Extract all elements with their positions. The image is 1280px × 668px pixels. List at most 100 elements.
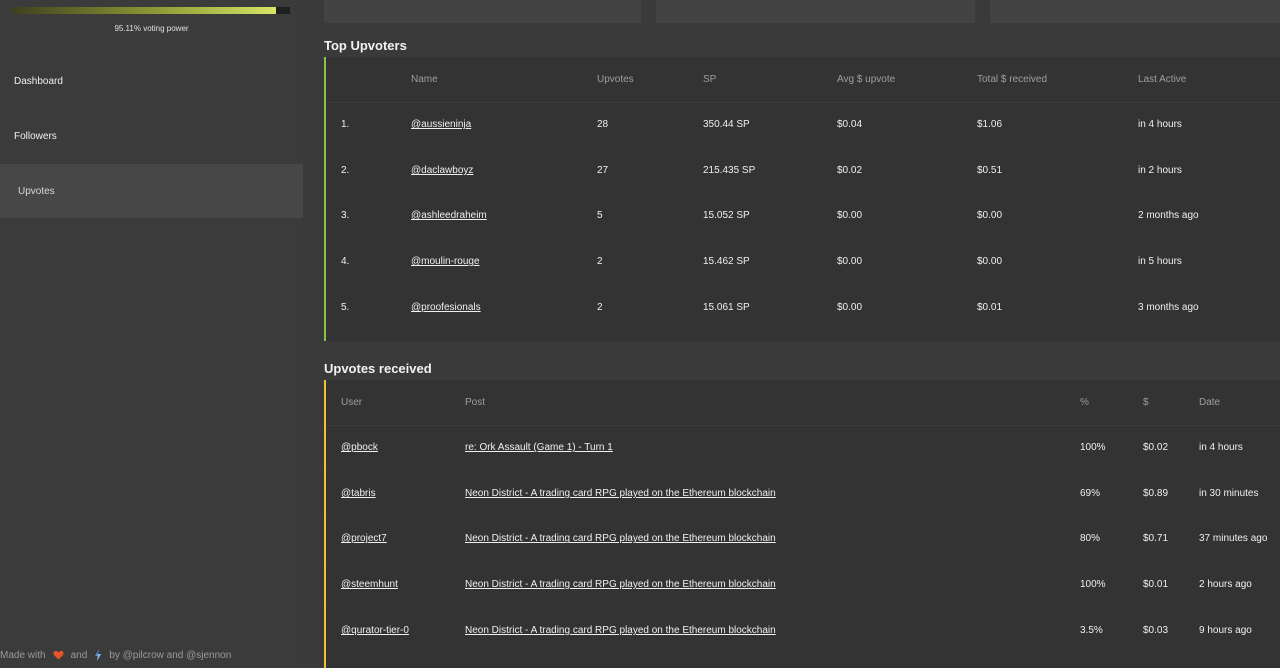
column-header-avg-upvote: Avg $ upvote	[837, 57, 977, 103]
user-link[interactable]: @project7	[341, 533, 387, 544]
post-link[interactable]: Neon District - A trading card RPG playe…	[465, 533, 776, 544]
last-active: in 4 hours	[1138, 102, 1280, 149]
upvotes-received-title: Upvotes received	[324, 361, 432, 376]
upvoter-link[interactable]: @daclawboyz	[411, 165, 473, 176]
user-link[interactable]: @tabris	[341, 488, 376, 499]
rank: 5.	[341, 301, 350, 313]
user-link[interactable]: @pbock	[341, 442, 378, 453]
summary-card	[990, 0, 1280, 23]
post-link[interactable]: re: Ork Assault (Game 1) - Turn 1	[465, 442, 613, 453]
upvoter-link[interactable]: @proofesionals	[411, 302, 481, 313]
rank: 1.	[326, 102, 411, 149]
vote-value: $0.01	[1143, 561, 1199, 608]
vote-date: 2 hours ago	[1199, 561, 1280, 608]
column-header-sp: SP	[703, 57, 837, 103]
sidebar: 95.11% voting power Dashboard Followers …	[0, 0, 318, 668]
footer: Made with and by @pilcrow and @sjennon	[0, 649, 231, 661]
total-received: $0.00	[977, 238, 1138, 285]
top-upvoters-table: Name Upvotes SP Avg $ upvote Total $ rec…	[326, 57, 1280, 330]
avg-upvote: $0.04	[837, 102, 977, 149]
vote-date: in 30 minutes	[1199, 470, 1280, 517]
post-link[interactable]: Neon District - A trading card RPG playe…	[465, 625, 776, 636]
vote-percent: 80%	[1080, 516, 1143, 563]
footer-by: by @pilcrow and @sjennon	[109, 649, 232, 661]
vote-percent: 100%	[1080, 425, 1143, 472]
vote-date: 9 hours ago	[1199, 624, 1252, 636]
upvotes-count: 28	[597, 102, 703, 149]
column-header-total-received: Total $ received	[977, 57, 1138, 103]
table-row: 3. @ashleedraheim 5 15.052 SP $0.00 $0.0…	[326, 193, 1280, 240]
summary-card	[656, 0, 975, 23]
footer-and: and	[70, 649, 88, 661]
table-row: @project7 Neon District - A trading card…	[326, 516, 1280, 563]
total-received: $1.06	[977, 102, 1138, 149]
vote-date: 37 minutes ago	[1199, 516, 1280, 563]
vote-percent: 3.5%	[1080, 624, 1103, 636]
table-row: 4. @moulin-rouge 2 15.462 SP $0.00 $0.00…	[326, 238, 1280, 285]
heart-icon	[53, 650, 64, 660]
vote-value: $0.71	[1143, 516, 1199, 563]
column-header-post: Post	[465, 380, 1080, 426]
avg-upvote: $0.00	[837, 238, 977, 285]
last-active: in 2 hours	[1138, 147, 1280, 194]
column-header-usd: $	[1143, 380, 1199, 426]
avg-upvote: $0.00	[837, 193, 977, 240]
vote-value: $0.02	[1143, 425, 1199, 472]
table-header-row: Name Upvotes SP Avg $ upvote Total $ rec…	[326, 57, 1280, 103]
steem-power: 15.052 SP	[703, 193, 837, 240]
table-row: 1. @aussieninja 28 350.44 SP $0.04 $1.06…	[326, 102, 1280, 149]
rank: 3.	[326, 193, 411, 240]
total-received: $0.01	[977, 301, 1003, 313]
upvoter-link[interactable]: @moulin-rouge	[411, 256, 480, 267]
vote-percent: 69%	[1080, 470, 1143, 517]
table-row: 2. @daclawboyz 27 215.435 SP $0.02 $0.51…	[326, 147, 1280, 194]
user-link[interactable]: @qurator-tier-0	[341, 625, 409, 636]
rank: 2.	[326, 147, 411, 194]
column-header	[326, 57, 411, 103]
upvotes-count: 5	[597, 193, 703, 240]
steem-power: 15.462 SP	[703, 238, 837, 285]
upvotes-received-panel: User Post % $ Date @pbock re: Ork Assaul…	[324, 380, 1280, 668]
voting-power-bar	[12, 7, 290, 14]
nav-item-dashboard[interactable]: Dashboard	[0, 54, 303, 108]
upvotes-count: 2	[597, 301, 603, 313]
table-header-row: User Post % $ Date	[326, 380, 1280, 426]
user-link[interactable]: @steemhunt	[341, 579, 398, 590]
steem-power: 15.061 SP	[703, 301, 750, 313]
last-active: 3 months ago	[1138, 301, 1199, 313]
column-header-percent: %	[1080, 380, 1143, 426]
upvotes-count: 27	[597, 147, 703, 194]
vote-date: in 4 hours	[1199, 425, 1280, 472]
summary-card	[324, 0, 641, 23]
table-row: @pbock re: Ork Assault (Game 1) - Turn 1…	[326, 425, 1280, 472]
upvoter-link[interactable]: @ashleedraheim	[411, 210, 487, 221]
vote-value: $0.03	[1143, 624, 1169, 636]
upvotes-count: 2	[597, 238, 703, 285]
table-row: @tabris Neon District - A trading card R…	[326, 470, 1280, 517]
rank: 4.	[326, 238, 411, 285]
vote-value: $0.89	[1143, 470, 1199, 517]
footer-made-with: Made with	[0, 649, 46, 661]
nav-item-upvotes[interactable]: Upvotes	[0, 164, 318, 218]
column-header-date: Date	[1199, 380, 1280, 426]
voting-power-bar-fill	[12, 7, 277, 14]
vote-percent: 100%	[1080, 561, 1143, 608]
main-content: Top Upvoters Name Upvotes SP Avg $ upvot…	[303, 0, 1280, 668]
upvoter-link[interactable]: @aussieninja	[411, 119, 471, 130]
table-row: @steemhunt Neon District - A trading car…	[326, 561, 1280, 608]
column-header-name: Name	[411, 57, 597, 103]
last-active: 2 months ago	[1138, 193, 1280, 240]
post-link[interactable]: Neon District - A trading card RPG playe…	[465, 488, 776, 499]
total-received: $0.00	[977, 193, 1138, 240]
nav-item-followers[interactable]: Followers	[0, 109, 303, 163]
column-header-upvotes: Upvotes	[597, 57, 703, 103]
steem-power: 350.44 SP	[703, 102, 837, 149]
voting-power-label: 95.11% voting power	[114, 24, 189, 33]
last-active: in 5 hours	[1138, 238, 1280, 285]
upvotes-received-table: User Post % $ Date @pbock re: Ork Assaul…	[326, 380, 1280, 653]
steem-power: 215.435 SP	[703, 147, 837, 194]
table-row: @qurator-tier-0 Neon District - A tradin…	[326, 607, 1280, 653]
react-icon	[94, 649, 102, 661]
post-link[interactable]: Neon District - A trading card RPG playe…	[465, 579, 776, 590]
avg-upvote: $0.00	[837, 301, 863, 313]
